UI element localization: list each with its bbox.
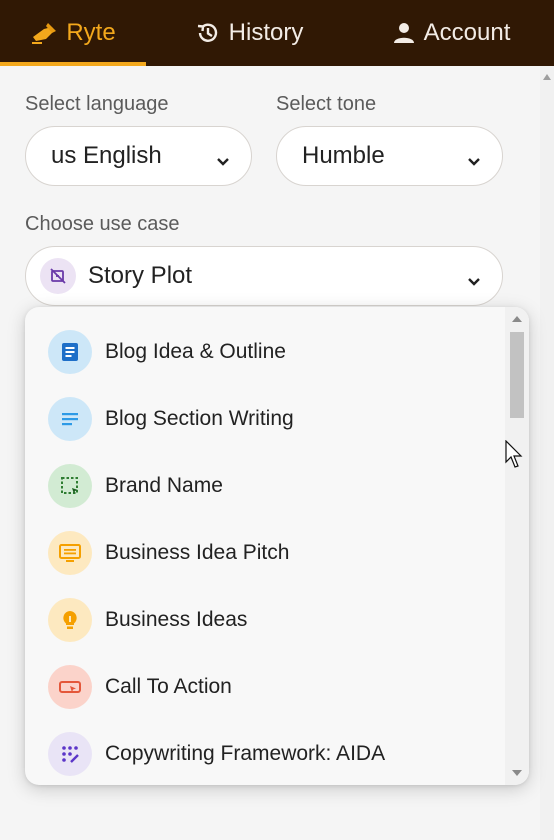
tab-ryte[interactable]: Ryte [0,0,146,66]
menu-item-label: Brand Name [105,473,223,497]
blog-outline-icon [48,329,92,374]
call-to-action-icon [48,664,92,709]
top-nav: Ryte History Account [0,0,554,66]
menu-item-label: Business Ideas [105,607,248,631]
framework-icon [48,731,92,776]
scroll-down-arrow[interactable] [512,770,522,776]
menu-item-blog-idea-outline[interactable]: Blog Idea & Outline [25,318,503,385]
tone-value: Humble [302,142,385,169]
story-plot-icon [40,258,76,294]
history-icon [195,20,221,46]
lightbulb-icon [48,597,92,642]
usecase-select[interactable]: Story Plot [25,246,503,306]
scrollbar-thumb[interactable] [510,332,524,418]
language-select[interactable]: us English [25,126,252,186]
menu-item-label: Blog Section Writing [105,406,294,430]
menu-item-brand-name[interactable]: Brand Name [25,452,503,519]
language-label: Select language [25,93,169,115]
menu-item-business-idea-pitch[interactable]: Business Idea Pitch [25,519,503,586]
menu-item-copywriting-framework-aida[interactable]: Copywriting Framework: AIDA [25,720,503,785]
tab-history[interactable]: History [184,0,314,66]
chevron-down-icon [466,149,482,177]
tab-account-label: Account [423,19,511,46]
scroll-up-arrow[interactable] [543,74,551,80]
menu-item-label: Call To Action [105,674,232,698]
person-icon [392,21,416,45]
dropdown-scrollbar[interactable] [505,307,529,785]
blog-section-icon [48,396,92,441]
hand-writing-icon [30,21,58,45]
menu-item-label: Business Idea Pitch [105,540,290,564]
usecase-value: Story Plot [88,262,193,289]
tab-ryte-label: Ryte [66,19,116,46]
language-value: us English [51,142,162,169]
tone-label: Select tone [276,93,377,115]
chevron-down-icon [215,149,231,177]
usecase-label: Choose use case [25,213,180,235]
menu-item-blog-section-writing[interactable]: Blog Section Writing [25,385,503,452]
scroll-up-arrow[interactable] [512,316,522,322]
tab-account[interactable]: Account [381,0,521,66]
menu-item-label: Blog Idea & Outline [105,339,286,363]
mouse-cursor-icon [505,439,525,475]
menu-item-call-to-action[interactable]: Call To Action [25,653,503,720]
idea-pitch-icon [48,530,92,575]
page-scrollbar[interactable] [540,66,554,840]
tab-history-label: History [228,19,304,46]
menu-item-business-ideas[interactable]: Business Ideas [25,586,503,653]
tone-select[interactable]: Humble [276,126,503,186]
chevron-down-icon [466,269,482,297]
brand-name-icon [48,463,92,508]
usecase-dropdown-menu: Blog Idea & Outline Blog Section Writing… [25,307,529,785]
menu-item-label: Copywriting Framework: AIDA [105,741,386,765]
